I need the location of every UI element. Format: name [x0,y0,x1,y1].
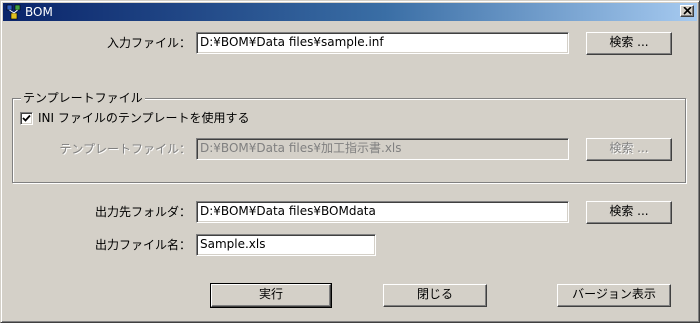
input-browse-button[interactable]: 検索 ... [586,32,672,55]
run-button[interactable]: 実行 [210,283,332,308]
template-file-field[interactable]: D:¥BOM¥Data files¥加工指示書.xls [196,138,569,160]
template-browse-button[interactable]: 検索 ... [586,138,672,161]
window-title: BOM [25,5,53,19]
bom-app-icon [6,4,22,20]
output-browse-button[interactable]: 検索 ... [586,201,672,224]
output-filename-label: 出力ファイル名： [94,238,191,252]
template-file-label: テンプレートファイル： [59,142,191,156]
bom-window: BOM 入力ファイル： D:¥BOM¥Data files¥sample.inf… [0,0,700,323]
output-folder-label: 出力先フォルダ： [94,205,191,219]
use-ini-template-checkbox[interactable] [20,112,33,125]
template-group-legend: テンプレートファイル [21,89,145,107]
close-icon [683,7,692,15]
close-button[interactable] [680,5,694,17]
close-dialog-button[interactable]: 閉じる [383,284,487,307]
title-bar[interactable]: BOM [3,3,697,21]
use-ini-template-label[interactable]: INI ファイルのテンプレートを使用する [38,108,250,128]
input-file-label: 入力ファイル： [106,36,191,50]
output-folder-field[interactable]: D:¥BOM¥Data files¥BOMdata [196,201,569,223]
version-button[interactable]: バージョン表示 [557,284,671,307]
output-filename-field[interactable]: Sample.xls [196,234,376,256]
input-file-field[interactable]: D:¥BOM¥Data files¥sample.inf [196,32,569,54]
checkmark-icon [22,114,31,122]
